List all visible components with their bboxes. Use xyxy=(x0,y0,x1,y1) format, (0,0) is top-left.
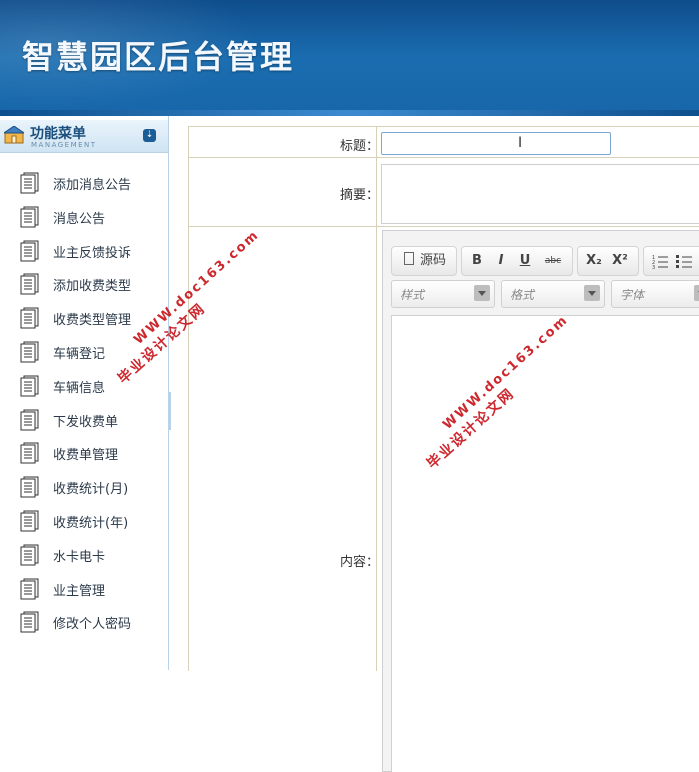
document-icon xyxy=(20,510,39,532)
chevron-down-icon xyxy=(474,285,490,301)
sidebar-item[interactable]: 下发收费单 xyxy=(0,403,168,437)
sidebar: 功能菜单 MANAGEMENT ⇣ 添加消息公告 消息公告业主反馈投诉 添加收费类型… xyxy=(0,116,169,670)
app-header: 智慧园区后台管理 xyxy=(0,0,699,116)
source-doc-icon xyxy=(403,252,414,265)
bold-button[interactable]: B xyxy=(468,251,486,271)
sidebar-item-label: 添加消息公告 xyxy=(53,178,132,193)
sidebar-item[interactable]: 消息公告 xyxy=(0,200,168,234)
summary-label: 摘要： xyxy=(339,188,379,203)
document-icon xyxy=(20,273,39,295)
sidebar-item-label: 下发收费单 xyxy=(53,414,119,430)
document-icon xyxy=(20,172,39,194)
sidebar-item[interactable]: 收费单管理 xyxy=(0,436,168,470)
style-select[interactable]: 样式 xyxy=(391,280,495,308)
document-icon xyxy=(20,611,39,633)
title-input[interactable] xyxy=(381,132,611,155)
svg-text:3: 3 xyxy=(652,265,655,269)
sidebar-item-label: 水卡电卡 xyxy=(53,549,106,565)
document-icon xyxy=(20,409,39,431)
title-label: 标题： xyxy=(339,139,379,154)
sidebar-item-label: 车辆信息 xyxy=(53,380,106,396)
sidebar-item[interactable]: 添加收费类型 xyxy=(0,267,168,301)
toolbar-group-script: X₂ X² xyxy=(577,246,639,276)
source-button-label: 源码 xyxy=(419,253,446,268)
sidebar-menu-subtitle: MANAGEMENT xyxy=(31,141,97,149)
subscript-button[interactable]: X₂ xyxy=(582,251,606,271)
document-icon xyxy=(20,341,39,363)
font-select[interactable]: 字体 xyxy=(611,280,699,308)
format-select[interactable]: 格式 xyxy=(501,280,605,308)
rich-text-editor: 源码 B I U abc X₂ X² 123 样式 格式 字体 xyxy=(382,230,699,772)
underline-button[interactable]: U xyxy=(516,251,534,271)
font-select-label: 字体 xyxy=(620,288,645,302)
source-button[interactable]: 源码 xyxy=(396,251,454,271)
document-icon xyxy=(20,307,39,329)
sidebar-menu-title: 功能菜单 xyxy=(30,126,86,142)
sidebar-item[interactable]: 车辆信息 xyxy=(0,369,168,403)
sidebar-item-label: 收费类型管理 xyxy=(53,313,132,329)
sidebar-item-label: 修改个人密码 xyxy=(53,617,132,633)
sidebar-item-label: 消息公告 xyxy=(53,211,106,227)
sidebar-item[interactable]: 修改个人密码 xyxy=(0,605,168,639)
toolbar-group-source: 源码 xyxy=(391,246,457,276)
sidebar-item-label: 收费统计(月) xyxy=(53,482,129,498)
sidebar-item[interactable]: 业主反馈投诉 xyxy=(0,234,168,268)
sidebar-item-label: 收费统计(年) xyxy=(53,515,129,531)
sidebar-item-label: 业主管理 xyxy=(53,583,106,599)
italic-button[interactable]: I xyxy=(492,251,510,271)
document-icon xyxy=(20,442,39,464)
collapse-chevron-icon[interactable]: ⇣ xyxy=(143,129,156,142)
sidebar-item[interactable]: 收费统计(年) xyxy=(0,504,168,538)
format-select-label: 格式 xyxy=(510,288,535,302)
sidebar-item[interactable]: 水卡电卡 xyxy=(0,538,168,572)
sidebar-item-label: 业主反馈投诉 xyxy=(53,245,132,261)
sidebar-item[interactable]: 添加消息公告 xyxy=(0,166,168,200)
sidebar-item-label: 车辆登记 xyxy=(53,346,106,362)
superscript-button[interactable]: X² xyxy=(608,251,632,271)
document-icon xyxy=(20,476,39,498)
strikethrough-button[interactable]: abc xyxy=(540,251,566,271)
toolbar-group-list: 123 xyxy=(643,246,699,276)
sidebar-item-label: 收费单管理 xyxy=(53,448,119,464)
edit-form: 标题： I 摘要： 内容： 源码 B I U xyxy=(188,126,699,772)
style-select-label: 样式 xyxy=(400,288,425,302)
toolbar-group-basic: B I U abc xyxy=(461,246,573,276)
form-row-title: 标题： I xyxy=(189,127,699,158)
app-title: 智慧园区后台管理 xyxy=(22,38,295,76)
menu-home-icon xyxy=(4,126,24,144)
sidebar-menu-list: 添加消息公告 消息公告业主反馈投诉 添加收费类型 收费类型管理 车辆登记车辆信息下发收费… xyxy=(0,166,168,639)
form-row-summary: 摘要： xyxy=(189,158,699,227)
content-label: 内容： xyxy=(339,555,379,570)
text-cursor-icon: I xyxy=(518,135,522,151)
document-icon xyxy=(20,206,39,228)
sidebar-item-label: 添加收费类型 xyxy=(53,279,132,295)
summary-textarea[interactable] xyxy=(381,164,699,224)
editor-content-area[interactable] xyxy=(391,315,699,772)
sidebar-item[interactable]: 业主管理 xyxy=(0,572,168,606)
main-content: 标题： I 摘要： 内容： 源码 B I U xyxy=(171,116,699,772)
document-icon xyxy=(20,240,39,262)
document-icon xyxy=(20,375,39,397)
bulleted-list-icon[interactable] xyxy=(674,251,694,271)
document-icon xyxy=(20,578,39,600)
document-icon xyxy=(20,544,39,566)
sidebar-item[interactable]: 收费统计(月) xyxy=(0,470,168,504)
sidebar-header: 功能菜单 MANAGEMENT ⇣ xyxy=(0,120,168,153)
numbered-list-icon[interactable]: 123 xyxy=(650,251,670,271)
chevron-down-icon xyxy=(694,285,699,301)
chevron-down-icon xyxy=(584,285,600,301)
